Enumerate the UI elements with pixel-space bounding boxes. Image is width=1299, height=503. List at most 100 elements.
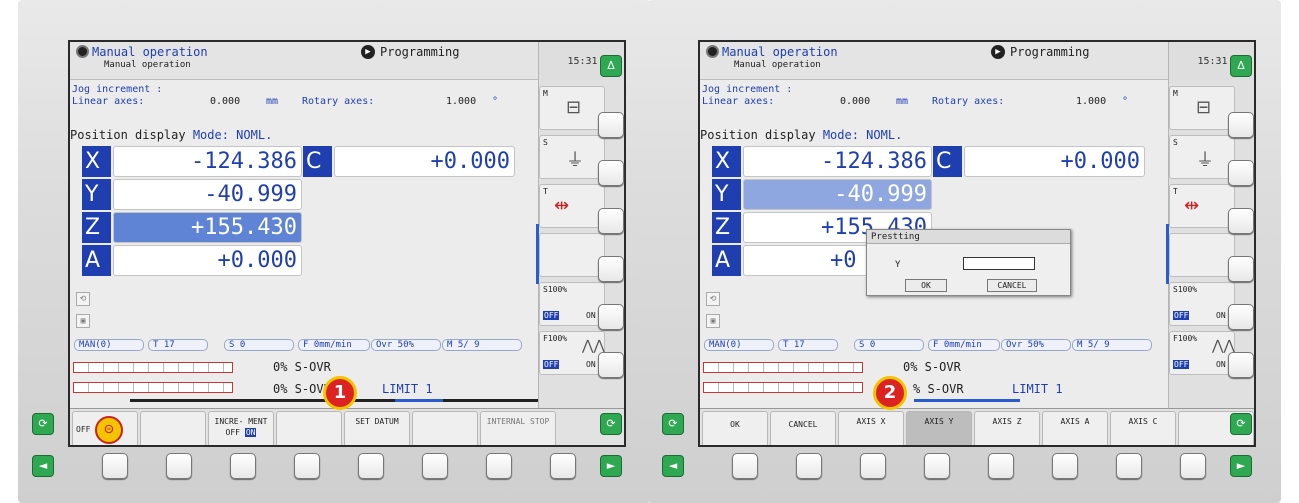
status-feed: F 0mm/min — [928, 339, 1000, 351]
status-feed: F 0mm/min — [298, 339, 370, 351]
softkey-m[interactable]: M ⊟ — [539, 86, 605, 130]
left-page-key[interactable]: ◄ — [662, 455, 684, 477]
softkey-axis-y[interactable]: AXIS Y — [906, 411, 972, 445]
vertical-hw-key-1[interactable] — [1228, 112, 1254, 138]
softkey-f-override[interactable]: F100% ⋀⋀ OFF ON — [539, 331, 605, 375]
status-tool: T 17 — [148, 339, 208, 351]
softkey-s-override[interactable]: S100% OFF ON — [1169, 282, 1235, 326]
vertical-hw-key-4[interactable] — [1228, 256, 1254, 282]
jog-increment: Jog increment : Linear axes: 0.000 mm Ro… — [700, 84, 1168, 110]
softkey-increment[interactable]: INCRE- MENT OFF ON — [208, 411, 274, 445]
softkey-axis-z[interactable]: AXIS Z — [974, 411, 1040, 445]
softkey-s[interactable]: S ⏚ — [1169, 135, 1235, 179]
active-indicator — [395, 399, 443, 402]
cnc-panel-2: Manual operation Manual operation ▶ Progr… — [648, 0, 1281, 503]
programming-mode[interactable]: ▶ Programming — [991, 45, 1089, 59]
vertical-hw-key-3[interactable] — [598, 208, 624, 234]
horizontal-hw-key-1[interactable] — [732, 453, 758, 479]
vertical-hw-key-6[interactable] — [1228, 352, 1254, 378]
right-cycle-key[interactable]: ⟳ — [600, 413, 622, 435]
horizontal-hw-key-7[interactable] — [486, 453, 512, 479]
screen-switch-up-key[interactable]: Δ — [600, 55, 622, 77]
reset-icon[interactable]: ⟲ — [76, 292, 90, 306]
header: Manual operation Manual operation ▶ Progr… — [70, 42, 538, 80]
vertical-hw-key-2[interactable] — [1228, 160, 1254, 186]
left-page-key[interactable]: ◄ — [32, 455, 54, 477]
horizontal-hw-key-8[interactable] — [550, 453, 576, 479]
m-function-icon: ⊟ — [1196, 97, 1212, 118]
vertical-hw-key-4[interactable] — [598, 256, 624, 282]
step-badge: 1 — [323, 376, 357, 410]
vertical-hw-key-5[interactable] — [598, 304, 624, 330]
programming-mode[interactable]: ▶ Programming — [361, 45, 459, 59]
spindle-icon: ⏚ — [566, 150, 584, 171]
reset-icon[interactable]: ⟲ — [706, 292, 720, 306]
softkey-s-override[interactable]: S100% OFF ON — [539, 282, 605, 326]
vertical-hw-key-5[interactable] — [1228, 304, 1254, 330]
softkey-t[interactable]: T ⇹ — [539, 184, 605, 228]
position-display-label: Position display Mode: NOML. — [70, 128, 273, 142]
softkey-cancel[interactable]: CANCEL — [770, 411, 836, 445]
horizontal-hw-key-2[interactable] — [166, 453, 192, 479]
active-indicator — [914, 399, 1020, 402]
softkey-empty[interactable] — [1169, 233, 1235, 277]
tool-icon[interactable]: ▣ — [76, 314, 90, 328]
horizontal-hw-key-3[interactable] — [860, 453, 886, 479]
horizontal-hw-key-6[interactable] — [422, 453, 448, 479]
horizontal-hw-key-7[interactable] — [1116, 453, 1142, 479]
horizontal-hw-key-6[interactable] — [1052, 453, 1078, 479]
horizontal-hw-key-8[interactable] — [1180, 453, 1206, 479]
horizontal-hw-key-2[interactable] — [796, 453, 822, 479]
softkey-s[interactable]: S ⏚ — [539, 135, 605, 179]
override-text-2: % S-OVR — [913, 382, 964, 396]
override-bar-1 — [703, 362, 863, 373]
horizontal-hw-key-5[interactable] — [988, 453, 1014, 479]
softkey-ok[interactable]: OK — [702, 411, 768, 445]
dialog-cancel-button[interactable]: CANCEL — [987, 279, 1037, 292]
linear-unit: mm — [896, 96, 909, 107]
softkey-f-override[interactable]: F100% ⋀⋀ OFF ON — [1169, 331, 1235, 375]
limit-text: LIMIT 1 — [382, 382, 433, 396]
presetting-dialog: Prestting Y OK CANCEL — [866, 229, 1071, 296]
axis-c: C +0.000 — [303, 146, 515, 177]
horizontal-hw-key-5[interactable] — [358, 453, 384, 479]
horizontal-hw-key-3[interactable] — [230, 453, 256, 479]
rotary-unit: ° — [1122, 96, 1129, 107]
horizontal-hw-key-4[interactable] — [924, 453, 950, 479]
dialog-input[interactable] — [963, 257, 1035, 270]
dialog-ok-button[interactable]: OK — [905, 279, 947, 292]
override-bar-2 — [73, 382, 233, 393]
vertical-hw-key-1[interactable] — [598, 112, 624, 138]
softkey-set-datum[interactable]: SET DATUM — [344, 411, 410, 445]
softkey-t[interactable]: T ⇹ — [1169, 184, 1235, 228]
tool-icon[interactable]: ▣ — [706, 314, 720, 328]
rotary-unit: ° — [492, 96, 499, 107]
left-cycle-key[interactable]: ⟳ — [662, 413, 684, 435]
vertical-hw-key-6[interactable] — [598, 352, 624, 378]
right-cycle-key[interactable]: ⟳ — [1230, 413, 1252, 435]
tool-change-icon: ⇹ — [1184, 195, 1200, 216]
right-page-key[interactable]: ► — [600, 455, 622, 477]
softkey-axis-a[interactable]: AXIS A — [1042, 411, 1108, 445]
dialog-title: Prestting — [867, 230, 1070, 244]
position-display-label: Position display Mode: NOML. — [700, 128, 903, 142]
softkey-empty[interactable] — [539, 233, 605, 277]
softkey-internal-stop[interactable]: INTERNAL STOP — [480, 411, 556, 445]
vertical-hw-key-3[interactable] — [1228, 208, 1254, 234]
softkey-empty-2[interactable] — [140, 411, 206, 445]
horizontal-hw-key-1[interactable] — [102, 453, 128, 479]
softkey-axis-x[interactable]: AXIS X — [838, 411, 904, 445]
softkey-axis-c[interactable]: AXIS C — [1110, 411, 1176, 445]
vertical-hw-key-2[interactable] — [598, 160, 624, 186]
softkey-empty-4[interactable] — [276, 411, 342, 445]
screen-switch-up-key[interactable]: Δ — [1230, 55, 1252, 77]
softkey-spindle-off[interactable]: OFF ⊝ — [72, 411, 138, 445]
softkey-empty-6[interactable] — [412, 411, 478, 445]
status-m: M 5/ 9 — [1072, 339, 1152, 351]
right-page-key[interactable]: ► — [1230, 455, 1252, 477]
softkey-m[interactable]: M ⊟ — [1169, 86, 1235, 130]
dialog-field-label: Y — [895, 260, 901, 270]
left-cycle-key[interactable]: ⟳ — [32, 413, 54, 435]
horizontal-hw-key-4[interactable] — [294, 453, 320, 479]
header: Manual operation Manual operation ▶ Progr… — [700, 42, 1168, 80]
